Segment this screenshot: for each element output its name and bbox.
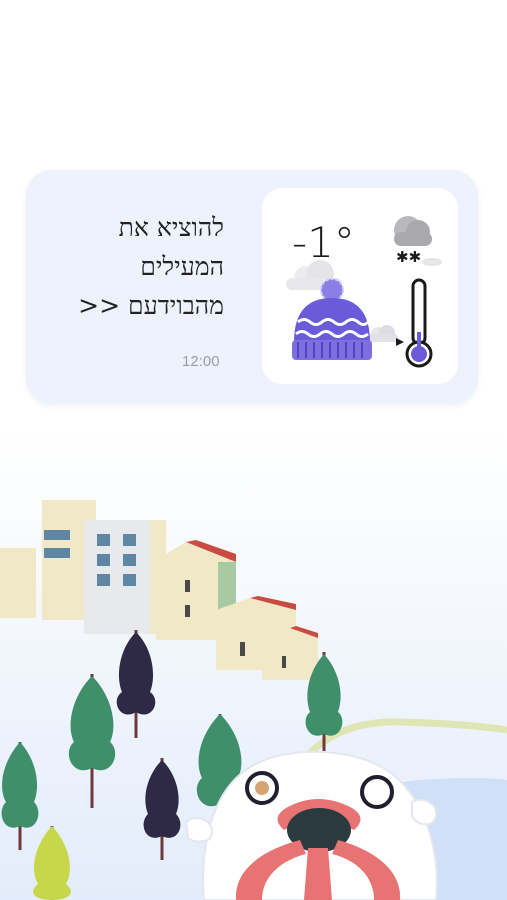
winter-hat-icon <box>292 278 372 360</box>
message-line-3: מהבוידעם << <box>78 291 224 320</box>
landscape-illustration <box>0 430 507 900</box>
notification-time: 12:00 <box>182 353 220 370</box>
thermometer-icon <box>396 278 433 368</box>
snow-cloud-icon: ✱✱ <box>394 216 442 266</box>
svg-text:✱✱: ✱✱ <box>396 248 421 266</box>
notification-message: להוציא את המעילים מהבוידעם << <box>34 208 224 325</box>
weather-tile: -1° ✱✱ <box>262 188 458 384</box>
message-line-1: להוציא את <box>118 213 224 242</box>
weather-notification-card[interactable]: להוציא את המעילים מהבוידעם << 12:00 -1° … <box>26 170 478 404</box>
message-line-2: המעילים <box>140 252 224 281</box>
